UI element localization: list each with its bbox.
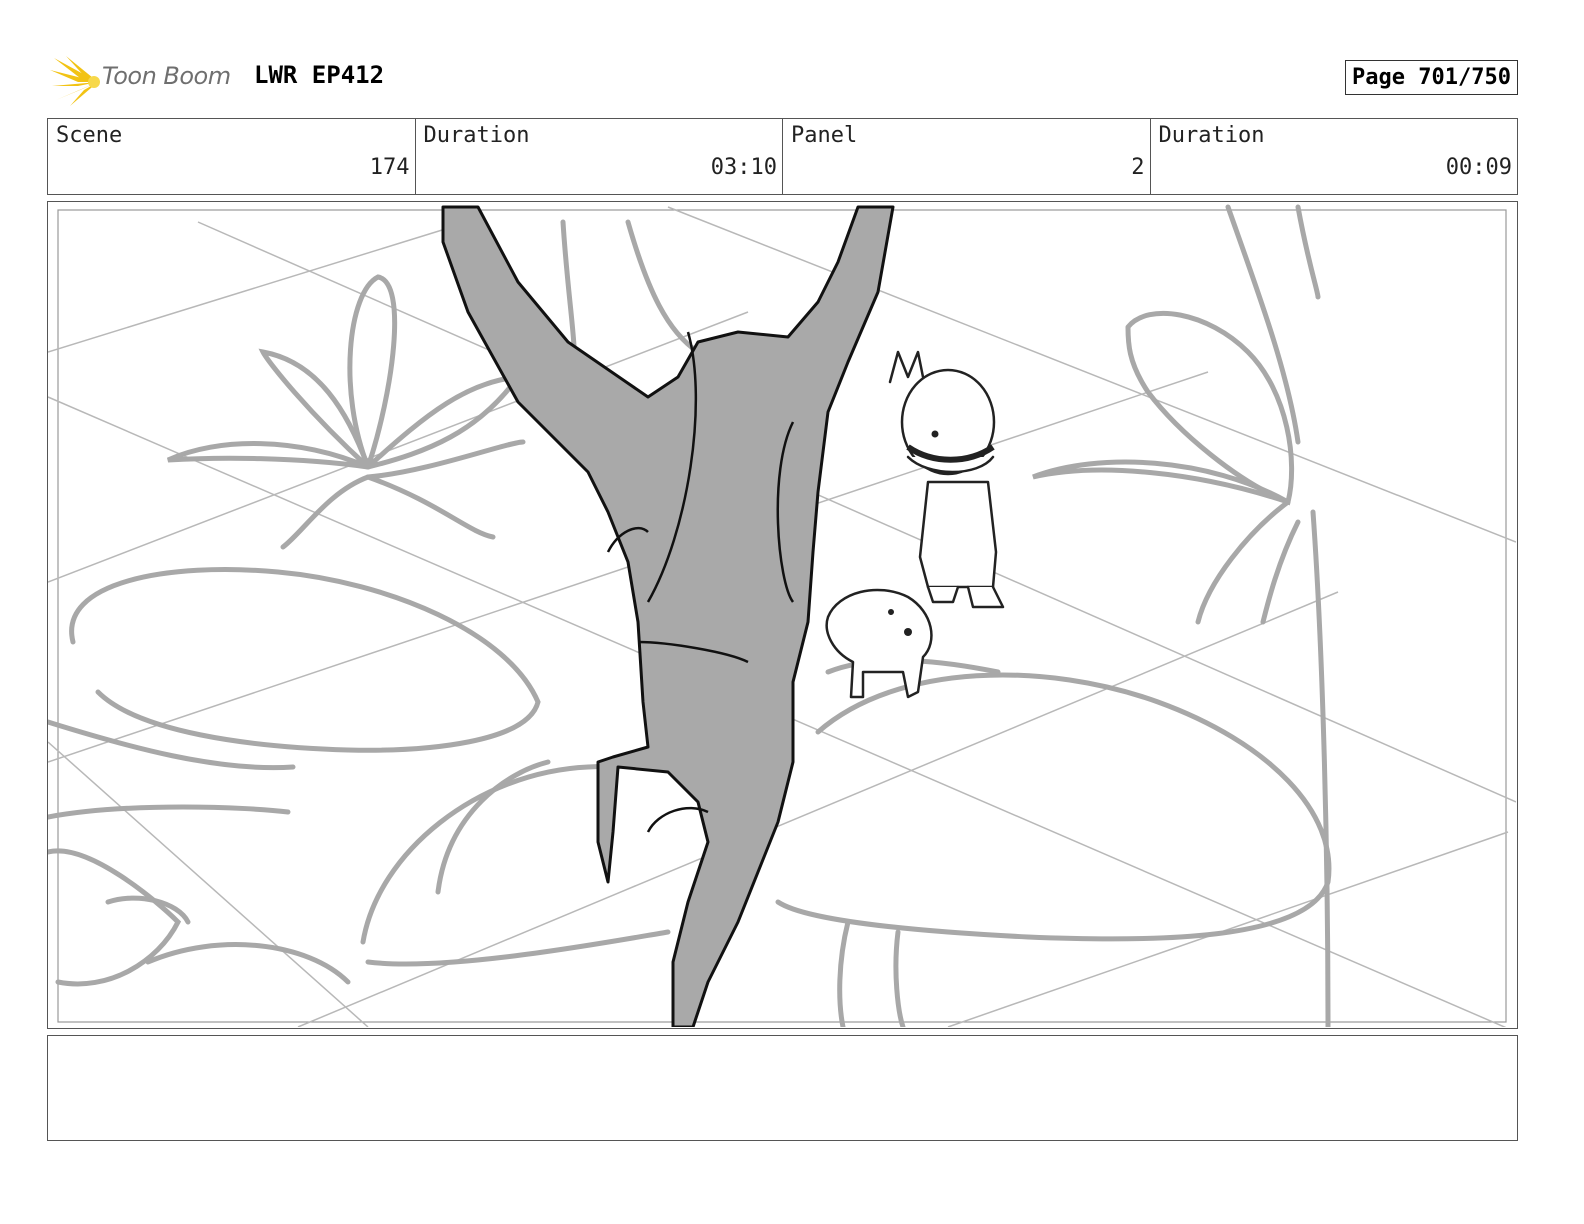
- scene-duration-value: 03:10: [710, 155, 777, 180]
- info-bar: Scene 174 Duration 03:10 Panel 2 Duratio…: [47, 118, 1518, 195]
- page-header: Toon Boom LWR EP412 Page 701/750: [50, 52, 1550, 108]
- logo-text: Toon Boom: [102, 62, 231, 90]
- panel-duration-value: 00:09: [1445, 155, 1512, 180]
- scene-cell: Scene 174: [48, 119, 416, 194]
- scene-duration-cell: Duration 03:10: [416, 119, 783, 194]
- panel-cell: Panel 2: [783, 119, 1151, 194]
- panel-value: 2: [1131, 155, 1145, 180]
- storyboard-panel: [47, 201, 1518, 1029]
- panel-label: Panel: [791, 123, 858, 148]
- starburst-logo-icon: [50, 56, 100, 106]
- scene-value: 174: [369, 155, 410, 180]
- panel-duration-cell: Duration 00:09: [1151, 119, 1518, 194]
- page-number: Page 701/750: [1345, 60, 1518, 95]
- storyboard-sketch: [48, 204, 1516, 1027]
- project-title: LWR EP412: [254, 61, 385, 89]
- panel-duration-label: Duration: [1158, 123, 1265, 148]
- scene-duration-label: Duration: [423, 123, 530, 148]
- notes-box: [47, 1035, 1518, 1141]
- scene-label: Scene: [56, 123, 123, 148]
